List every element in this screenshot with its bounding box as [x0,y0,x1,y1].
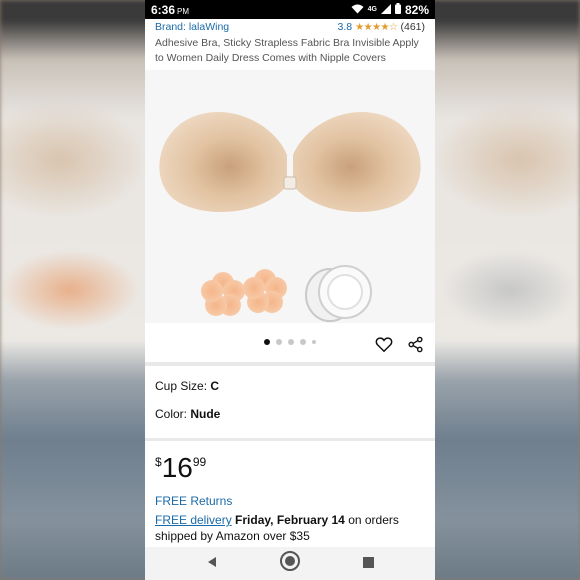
back-icon[interactable] [206,555,218,573]
gallery-dot[interactable] [264,339,270,345]
recents-icon[interactable] [363,555,375,573]
review-count: (461) [400,21,425,33]
cup-size-selector[interactable]: Cup Size: C [155,379,219,393]
product-header: Brand: lalaWing 3.8 ★★★★☆ (461) Adhesive… [145,19,435,66]
network-type: 4G [367,6,377,13]
color-selector[interactable]: Color: Nude [155,407,220,421]
star-rating-icon: ★★★★☆ [355,21,398,33]
phone-screen: 6:36 PM 4G 82% Brand: lalaWing 3.8 ★★★★☆ … [145,0,435,580]
battery-percent: 82% [404,2,429,17]
heart-icon[interactable] [375,336,393,358]
status-bar: 6:36 PM 4G 82% [145,0,435,19]
free-returns-link[interactable]: FREE Returns [155,494,232,508]
price: $1699 [155,452,206,484]
color-label: Color: [155,407,188,421]
wifi-icon [351,3,364,17]
section-divider [145,362,435,366]
delivery-date: Friday, February 14 [235,513,345,527]
gallery-dot[interactable] [276,339,282,345]
home-icon[interactable] [279,550,301,577]
rating-summary[interactable]: 3.8 ★★★★☆ (461) [338,21,425,33]
product-image [145,70,435,323]
status-icons: 4G 82% [351,2,429,17]
color-value: Nude [190,407,221,421]
product-image-gallery[interactable] [145,70,435,323]
price-currency: $ [155,455,162,469]
share-icon[interactable] [407,336,424,358]
gallery-dot[interactable] [288,339,294,345]
cup-size-label: Cup Size: [155,379,208,393]
status-time: 6:36 PM [151,2,190,17]
delivery-info: FREE delivery Friday, February 14 on ord… [155,512,425,544]
cup-size-value: C [210,379,220,393]
product-title: Adhesive Bra, Sticky Strapless Fabric Br… [155,37,419,64]
gallery-dot[interactable] [300,339,306,345]
free-delivery-link[interactable]: FREE delivery [155,513,232,527]
battery-icon [394,2,401,17]
section-divider [145,438,435,441]
signal-icon [380,3,391,17]
rating-value: 3.8 [337,21,353,33]
android-nav-bar [145,547,435,580]
gallery-dot[interactable] [312,340,316,344]
price-cents: 99 [192,455,207,469]
brand-link[interactable]: Brand: lalaWing [155,21,229,33]
price-whole: 16 [161,452,193,483]
